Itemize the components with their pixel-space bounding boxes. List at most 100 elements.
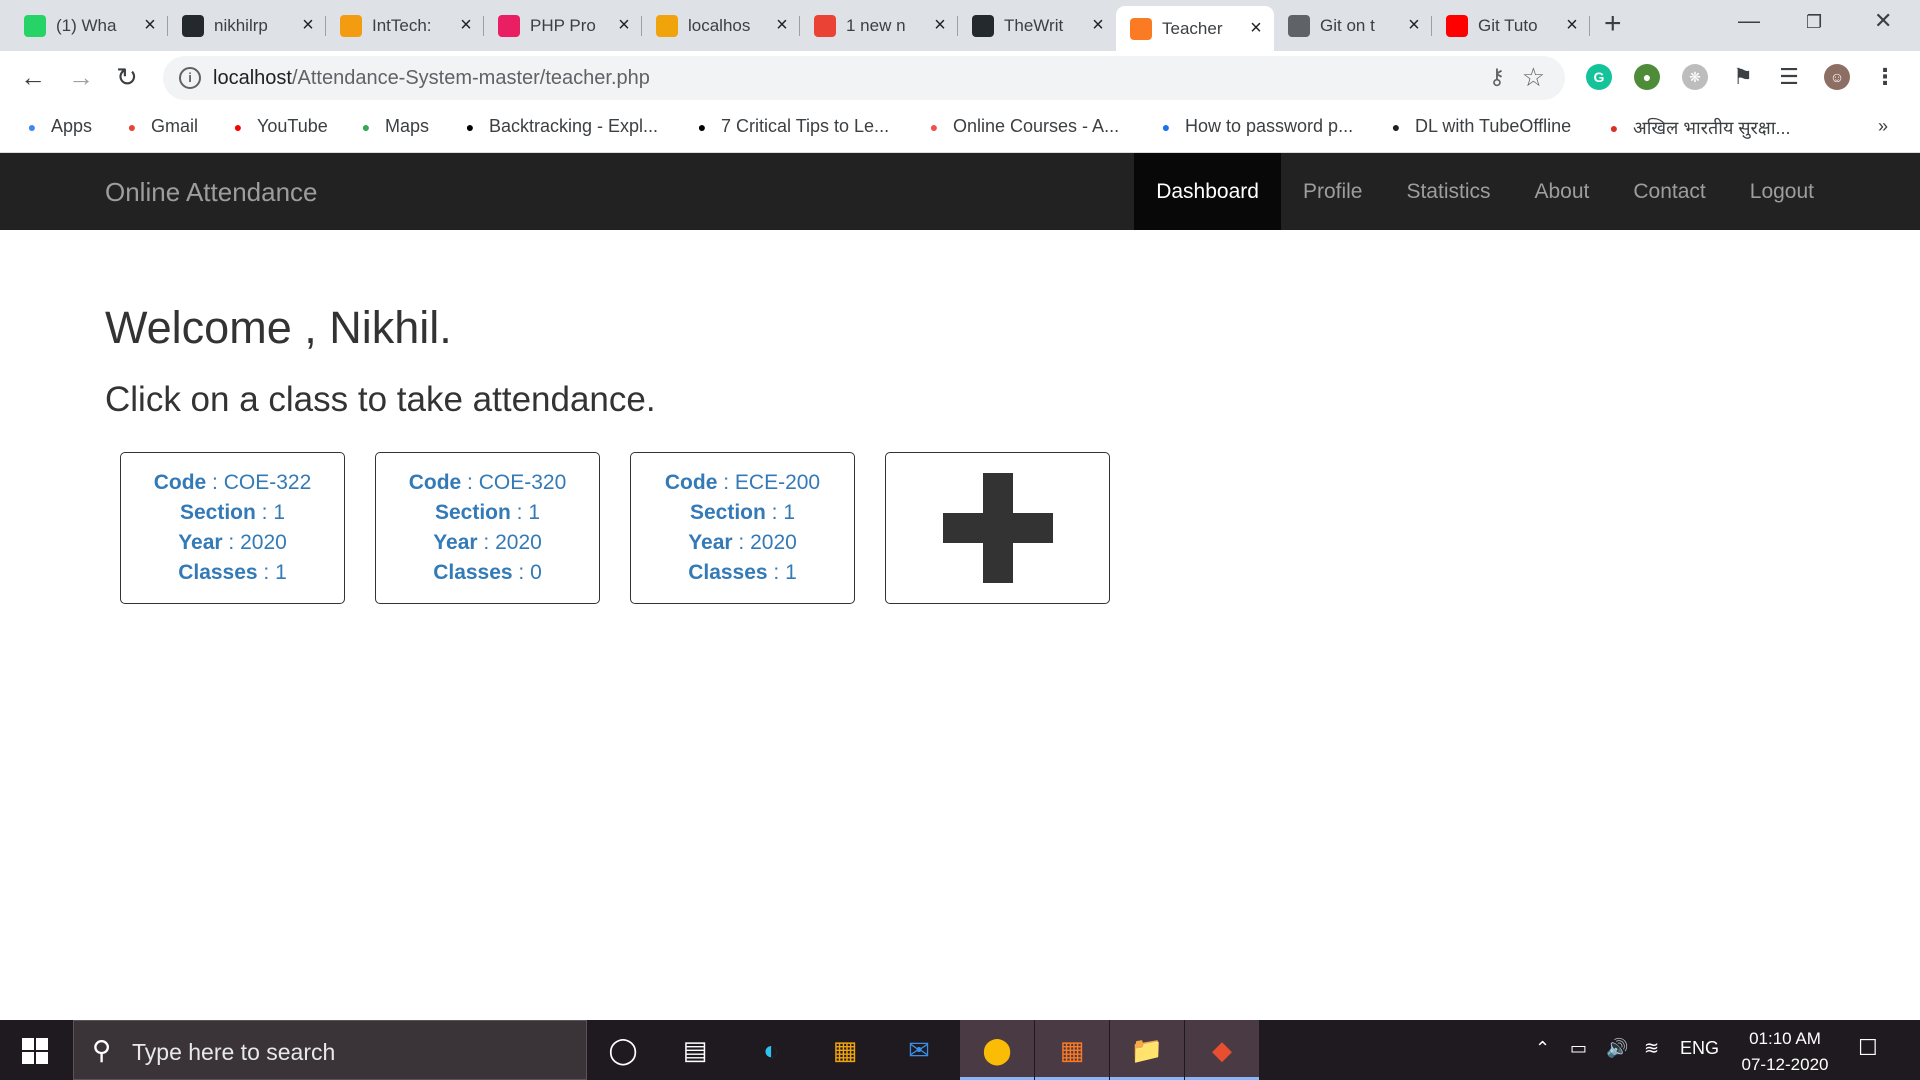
browser-tab[interactable]: IntTech: × bbox=[326, 6, 484, 45]
close-window-button[interactable]: ✕ bbox=[1874, 8, 1892, 34]
bookmark-item[interactable]: ● How to password p... bbox=[1156, 116, 1353, 137]
file-explorer-icon[interactable]: 📁 bbox=[1110, 1020, 1184, 1080]
bookmark-item[interactable]: ● Maps bbox=[356, 116, 429, 137]
notifications-icon[interactable]: ☐ bbox=[1858, 1035, 1878, 1061]
nav-link-statistics[interactable]: Statistics bbox=[1384, 153, 1512, 230]
browser-tab[interactable]: localhos × bbox=[642, 6, 800, 45]
git-gui-icon[interactable]: ◆ bbox=[1185, 1020, 1259, 1080]
close-tab-icon[interactable]: × bbox=[298, 14, 318, 37]
url-path: /Attendance-System-master/teacher.php bbox=[291, 67, 650, 89]
close-tab-icon[interactable]: × bbox=[140, 14, 160, 37]
new-tab-button[interactable]: + bbox=[1604, 9, 1622, 39]
tray-chevron-up-icon[interactable]: ⌃ bbox=[1535, 1038, 1550, 1059]
close-tab-icon[interactable]: × bbox=[772, 14, 792, 37]
url-text[interactable]: localhost/Attendance-System-master/teach… bbox=[213, 67, 650, 90]
bookmark-item[interactable]: ● Backtracking - Expl... bbox=[460, 116, 658, 137]
battery-icon[interactable]: ▭ bbox=[1570, 1038, 1587, 1059]
class-section-label: Section bbox=[689, 501, 766, 524]
close-tab-icon[interactable]: × bbox=[1562, 14, 1582, 37]
address-bar[interactable]: i localhost/Attendance-System-master/tea… bbox=[163, 56, 1565, 100]
class-card[interactable]: Code : COE-320 Section : 1 Year : 2020 Clas… bbox=[375, 452, 600, 604]
taskbar-search[interactable]: ⚲ Type here to search bbox=[73, 1020, 587, 1080]
bookmark-item[interactable]: ● Apps bbox=[22, 116, 92, 137]
browser-tab[interactable]: Git on t × bbox=[1274, 6, 1432, 45]
close-tab-icon[interactable]: × bbox=[456, 14, 476, 37]
github-icon bbox=[972, 14, 994, 37]
back-button[interactable]: ← bbox=[20, 63, 46, 91]
class-year-line: Year : 2020 bbox=[178, 531, 287, 554]
bookmark-item[interactable]: ● YouTube bbox=[228, 116, 328, 137]
class-code-label: Code bbox=[153, 471, 207, 494]
browser-tab[interactable]: TheWrit × bbox=[958, 6, 1116, 45]
class-card[interactable]: Code : COE-322 Section : 1 Year : 2020 Clas… bbox=[120, 452, 345, 604]
clock-time: 01:10 AM bbox=[1749, 1029, 1821, 1048]
add-class-button[interactable] bbox=[885, 452, 1110, 604]
browser-tab[interactable]: PHP Pro × bbox=[484, 6, 642, 45]
class-card[interactable]: Code : ECE-200 Section : 1 Year : 2020 Clas… bbox=[630, 452, 855, 604]
forward-button[interactable]: → bbox=[68, 63, 94, 91]
windows-start-button[interactable] bbox=[22, 1038, 48, 1069]
reload-button[interactable]: ↻ bbox=[116, 63, 138, 91]
browser-tab[interactable]: Git Tuto × bbox=[1432, 6, 1590, 45]
profile-avatar[interactable]: ☺ bbox=[1824, 64, 1850, 90]
class-section-label: Section bbox=[434, 501, 511, 524]
bookmark-label: 7 Critical Tips to Le... bbox=[721, 116, 890, 136]
menu-kebab-icon[interactable]: ⋮ bbox=[1872, 64, 1898, 90]
task-view-icon[interactable]: ▤ bbox=[658, 1020, 732, 1080]
xampp-taskbar-icon[interactable]: ▦ bbox=[1035, 1020, 1109, 1080]
play-icon: ● bbox=[697, 118, 707, 135]
info-icon[interactable]: i bbox=[179, 67, 201, 89]
browser-tab[interactable]: Teacher × bbox=[1116, 6, 1274, 51]
browser-tab[interactable]: 1 new n × bbox=[800, 6, 958, 45]
globe-extension-icon[interactable]: ● bbox=[1634, 64, 1660, 90]
volume-icon[interactable]: 🔊 bbox=[1606, 1038, 1628, 1059]
close-tab-icon[interactable]: × bbox=[614, 14, 634, 37]
site-brand[interactable]: Online Attendance bbox=[105, 177, 318, 208]
nav-links: Dashboard Profile Statistics About Contact Lo… bbox=[1134, 153, 1836, 230]
nav-link-dashboard[interactable]: Dashboard bbox=[1134, 153, 1281, 230]
bookmark-item[interactable]: ● 7 Critical Tips to Le... bbox=[692, 116, 889, 137]
close-tab-icon[interactable]: × bbox=[1404, 14, 1424, 37]
class-section-value: 1 bbox=[273, 501, 286, 524]
media-control-icon[interactable]: ☰ bbox=[1776, 64, 1802, 90]
wifi-icon[interactable]: ≋ bbox=[1644, 1038, 1659, 1059]
bookmarks-overflow-button[interactable]: » bbox=[1878, 116, 1888, 137]
key-icon[interactable]: ⚷ bbox=[1489, 64, 1505, 90]
class-year-label: Year bbox=[688, 531, 733, 554]
nav-link-contact[interactable]: Contact bbox=[1611, 153, 1727, 230]
minimize-button[interactable]: — bbox=[1738, 8, 1760, 34]
cortana-icon[interactable]: ◯ bbox=[586, 1020, 660, 1080]
globe-icon: ● bbox=[1391, 118, 1401, 135]
close-tab-icon[interactable]: × bbox=[930, 14, 950, 37]
bookmark-item[interactable]: ● Gmail bbox=[122, 116, 198, 137]
mail-icon[interactable]: ✉ bbox=[882, 1020, 956, 1080]
restore-button[interactable]: ❐ bbox=[1806, 12, 1822, 33]
bookmark-item[interactable]: ● Online Courses - A... bbox=[924, 116, 1119, 137]
chrome-taskbar-icon[interactable]: ⬤ bbox=[960, 1020, 1034, 1080]
close-tab-icon[interactable]: × bbox=[1088, 14, 1108, 37]
grammarly-icon[interactable]: G bbox=[1586, 64, 1612, 90]
taskbar-clock[interactable]: 01:10 AM 07-12-2020 bbox=[1735, 1026, 1835, 1078]
close-tab-icon[interactable]: × bbox=[1246, 17, 1266, 40]
bookmark-item[interactable]: ● DL with TubeOffline bbox=[1386, 116, 1571, 137]
browser-tab[interactable]: (1) Wha × bbox=[10, 6, 168, 45]
search-icon: ⚲ bbox=[92, 1035, 112, 1065]
class-year-label: Year bbox=[178, 531, 223, 554]
nav-link-profile[interactable]: Profile bbox=[1281, 153, 1385, 230]
bookmark-item[interactable]: ● अखिल भारतीय सुरक्षा... bbox=[1604, 116, 1791, 140]
bookmark-label: Gmail bbox=[151, 116, 199, 136]
url-host: localhost bbox=[213, 67, 292, 89]
class-section-label: Section bbox=[179, 501, 256, 524]
store-icon[interactable]: ▦ bbox=[808, 1020, 882, 1080]
bug-extension-icon[interactable]: ❋ bbox=[1682, 64, 1708, 90]
bookmark-star-icon[interactable]: ☆ bbox=[1522, 62, 1545, 93]
class-year-line: Year : 2020 bbox=[433, 531, 542, 554]
language-indicator[interactable]: ENG bbox=[1680, 1038, 1719, 1059]
extensions-puzzle-icon[interactable]: ⚑ bbox=[1730, 64, 1756, 90]
windows-taskbar: ⚲ Type here to search ◯ ▤ ◐ ▦ ✉ ⬤ ▦ 📁 ◆ … bbox=[0, 1020, 1920, 1080]
nav-link-logout[interactable]: Logout bbox=[1728, 153, 1836, 230]
nav-link-about[interactable]: About bbox=[1513, 153, 1612, 230]
browser-tab[interactable]: nikhilrp × bbox=[168, 6, 326, 45]
edge-icon[interactable]: ◐ bbox=[734, 1020, 808, 1080]
class-classes-label: Classes bbox=[178, 561, 258, 584]
